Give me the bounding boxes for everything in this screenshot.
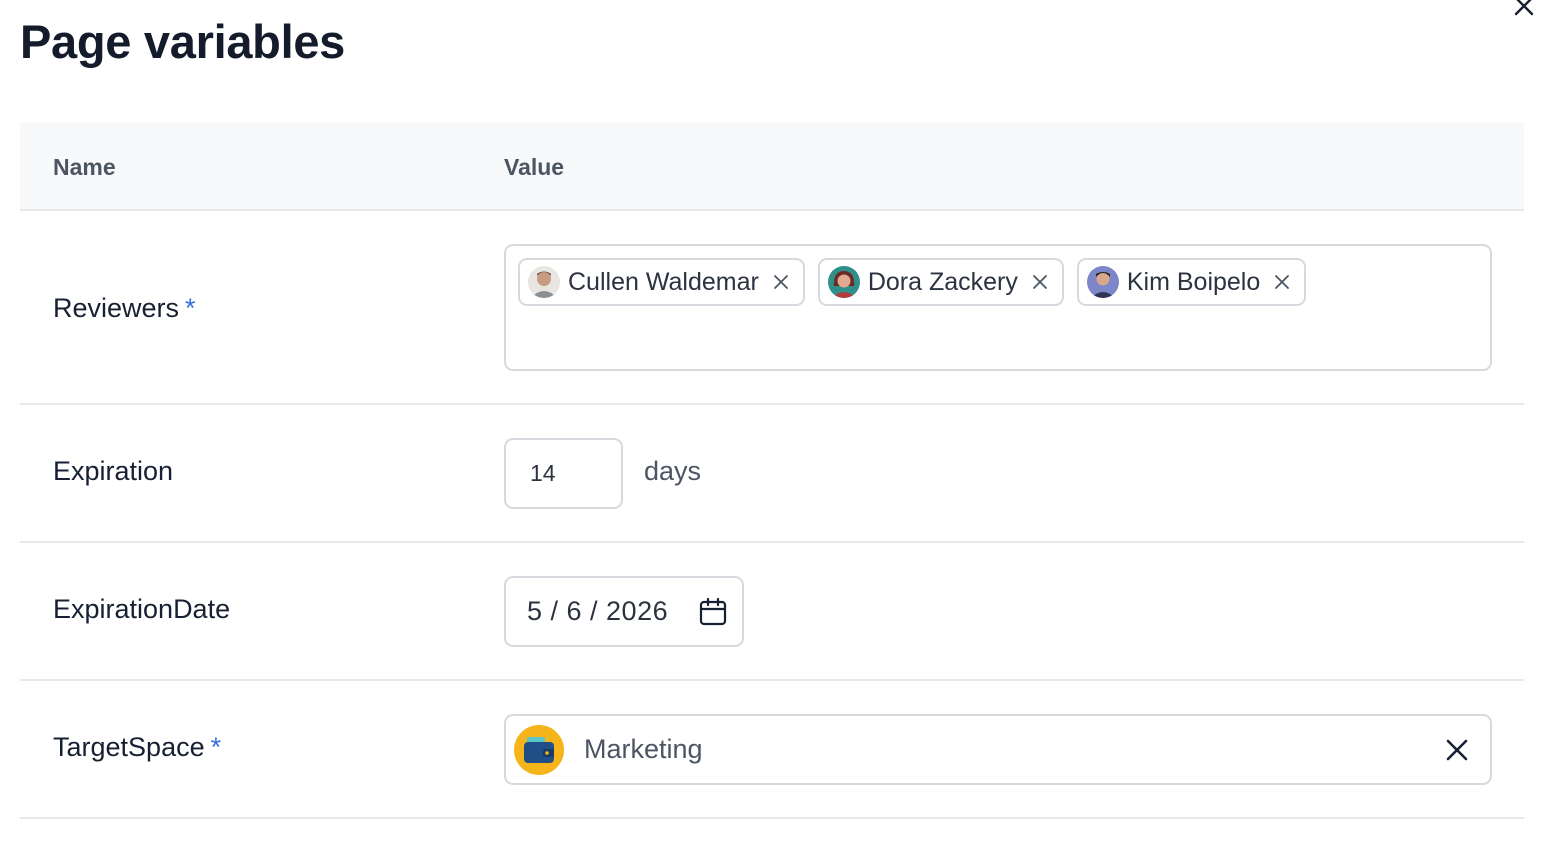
person-avatar bbox=[1086, 266, 1119, 298]
remove-chip-button[interactable] bbox=[1030, 272, 1050, 292]
required-mark: * bbox=[185, 293, 196, 323]
table-row-expiration: Expiration 14 days bbox=[20, 405, 1524, 543]
column-header-value: Value bbox=[504, 154, 565, 180]
expiration-number-input[interactable]: 14 bbox=[504, 438, 623, 509]
close-icon bbox=[773, 275, 788, 289]
table-header: Name Value bbox=[20, 122, 1524, 211]
selected-space: Marketing bbox=[584, 734, 703, 764]
row-label-expiration-date: ExpirationDate bbox=[53, 594, 231, 624]
table-row-target-space: TargetSpace * Marketing bbox=[20, 681, 1524, 819]
variables-table: Name Value Reviewers * Cullen Waldemar Do… bbox=[20, 122, 1524, 819]
target-space-select[interactable]: Marketing bbox=[504, 714, 1492, 785]
close-dialog-button[interactable] bbox=[1508, 0, 1540, 22]
person-avatar bbox=[528, 266, 560, 298]
expiration-unit: days bbox=[644, 456, 702, 486]
row-label-reviewers: Reviewers * bbox=[53, 293, 196, 324]
required-mark: * bbox=[210, 732, 222, 762]
reviewer-chip: Kim Boipelo bbox=[1076, 258, 1307, 306]
chip-label: Kim Boipelo bbox=[1126, 267, 1261, 296]
column-header-name: Name bbox=[53, 154, 116, 180]
close-icon bbox=[1275, 275, 1290, 289]
person-avatar bbox=[827, 266, 860, 298]
row-label-target-space: TargetSpace * bbox=[53, 732, 221, 763]
clear-icon[interactable] bbox=[1444, 737, 1470, 763]
calendar-icon[interactable] bbox=[698, 597, 728, 627]
row-label-expiration: Expiration bbox=[53, 456, 174, 486]
remove-chip-button[interactable] bbox=[1272, 272, 1292, 292]
expiration-date-input[interactable]: 5 / 6 / 2026 bbox=[504, 576, 744, 647]
chip-label: Cullen Waldemar bbox=[568, 267, 759, 296]
wallet-icon bbox=[514, 724, 564, 775]
target-space-label: TargetSpace bbox=[53, 732, 205, 762]
table-row-reviewers: Reviewers* Cullen Waldemar Dora Zackery bbox=[20, 211, 1524, 405]
remove-chip-button[interactable] bbox=[771, 272, 791, 292]
reviewers-label: Reviewers bbox=[53, 293, 180, 323]
reviewer-chip: Cullen Waldemar bbox=[518, 258, 805, 306]
close-icon bbox=[1514, 0, 1534, 16]
close-icon bbox=[1032, 275, 1047, 289]
chip-label: Dora Zackery bbox=[867, 267, 1018, 296]
date-value: 5 / 6 / 2026 bbox=[527, 596, 669, 626]
reviewers-multi-select[interactable]: Cullen Waldemar Dora Zackery Kim Boipelo bbox=[504, 244, 1492, 371]
table-row-expiration-date: ExpirationDate 5 / 6 / 2026 bbox=[20, 543, 1524, 681]
page-title: Page variables bbox=[20, 15, 346, 68]
reviewer-chip: Dora Zackery bbox=[817, 258, 1064, 306]
